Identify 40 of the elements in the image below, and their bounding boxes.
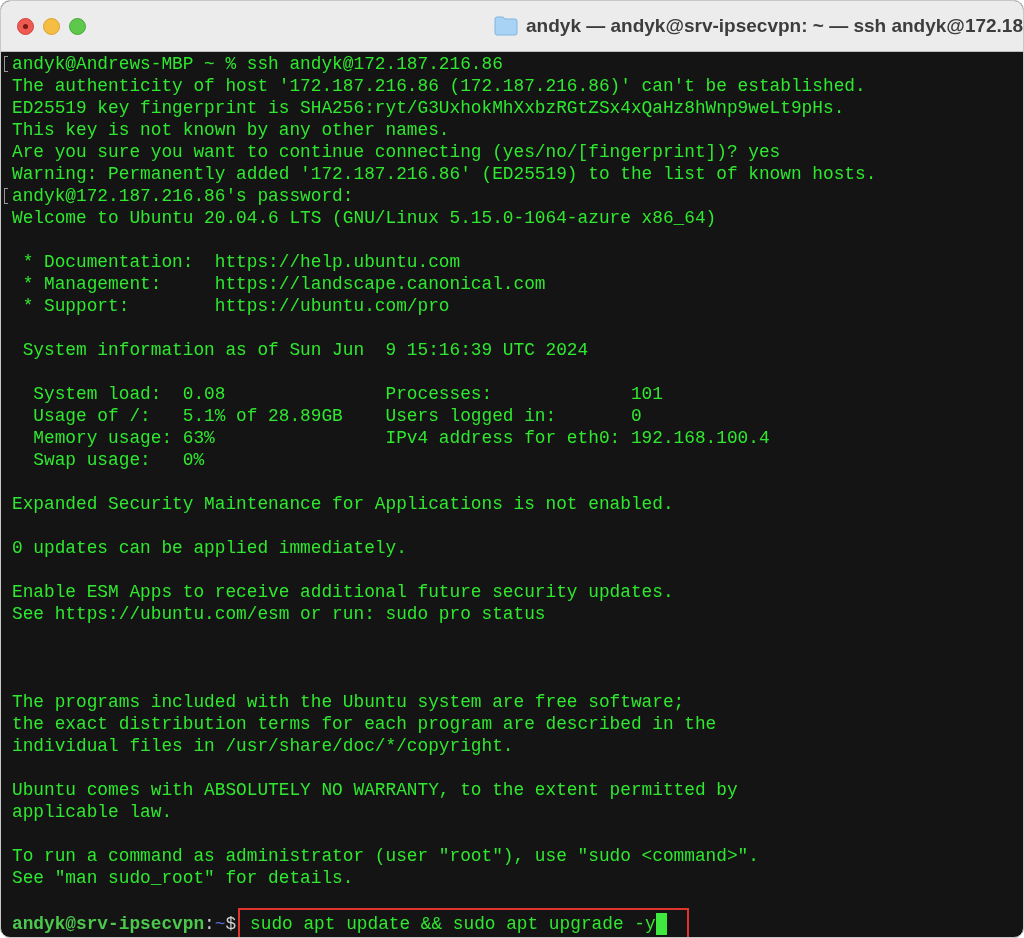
terminal-line: 0 updates can be applied immediately.	[12, 538, 407, 558]
prompt-user-host: andyk@srv-ipsecvpn	[12, 913, 205, 935]
line-mark-icon	[4, 188, 8, 204]
terminal-line: Enable ESM Apps to receive additional future security updates.	[12, 582, 674, 602]
terminal-line: * Documentation: https://help.ubuntu.com	[21, 252, 461, 272]
line-mark-icon	[4, 56, 8, 72]
terminal-line: See "man sudo_root" for details.	[12, 868, 354, 888]
terminal-line: Are you sure you want to continue connecting (yes/no/[fingerprint])? yes	[12, 142, 781, 162]
terminal-line: * Support: https://ubuntu.com/pro	[21, 296, 450, 316]
terminal-line: System information as of Sun Jun 9 15:16:39 UTC 2024	[21, 340, 589, 360]
terminal-line: Swap usage: 0%	[32, 450, 205, 470]
command-text[interactable]: sudo apt update && sudo apt upgrade -y	[250, 913, 656, 935]
terminal-line: Welcome to Ubuntu 20.04.6 LTS (GNU/Linux 5.15.0-1064-azure x86_64)	[12, 208, 717, 228]
terminal-line: See https://ubuntu.com/esm or run: sudo pro status	[12, 604, 546, 624]
zoom-button[interactable]	[69, 17, 86, 35]
terminal-line: The authenticity of host '172.187.216.86 (172.187.216.86)' can't be established.	[12, 76, 866, 96]
cursor	[655, 913, 667, 935]
prompt-path: ~	[214, 913, 226, 935]
terminal-line: Ubuntu comes with ABSOLUTELY NO WARRANTY, to the extent permitted by	[12, 780, 738, 800]
prompt-symbol: $	[225, 913, 237, 935]
terminal-line: Warning: Permanently added '172.187.216.86' (ED25519) to the list of known hosts.	[12, 164, 877, 184]
terminal-line: To run a command as administrator (user "root"), use "sudo <command>".	[12, 846, 759, 866]
window-title: andyk — andyk@srv-ipsecvpn: ~ — ssh andyk@172.18	[526, 15, 1023, 37]
terminal-line: andyk@172.187.216.86's password:	[12, 186, 354, 206]
terminal-line: ED25519 key fingerprint is SHA256:ryt/G3UxhokMhXxbzRGtZSx4xQaHz8hWnp9weLt9pHs.	[12, 98, 845, 118]
terminal-line: The programs included with the Ubuntu system are free software;	[12, 692, 685, 712]
terminal-line: Expanded Security Maintenance for Applications is not enabled.	[12, 494, 674, 514]
close-button[interactable]	[17, 17, 34, 35]
terminal-line: andyk@Andrews-MBP ~ % ssh andyk@172.187.216.86	[12, 54, 503, 74]
terminal-line: Memory usage: 63% IPv4 address for eth0: 192.168.100.4	[32, 428, 770, 448]
terminal-line: This key is not known by any other names.	[12, 120, 450, 140]
terminal-line: Usage of /: 5.1% of 28.89GB Users logged in: 0	[32, 406, 642, 426]
terminal-line: the exact distribution terms for each program are described in the	[12, 714, 717, 734]
terminal-line: System load: 0.08 Processes: 101	[32, 384, 663, 404]
folder-icon	[494, 16, 519, 36]
terminal-line: * Management: https://landscape.canonical.com	[21, 274, 546, 294]
terminal-line: individual files in /usr/share/doc/*/copyright.	[12, 736, 514, 756]
minimize-button[interactable]	[43, 17, 60, 35]
terminal-line: applicable law.	[12, 802, 173, 822]
prompt-separator: :	[204, 913, 215, 935]
